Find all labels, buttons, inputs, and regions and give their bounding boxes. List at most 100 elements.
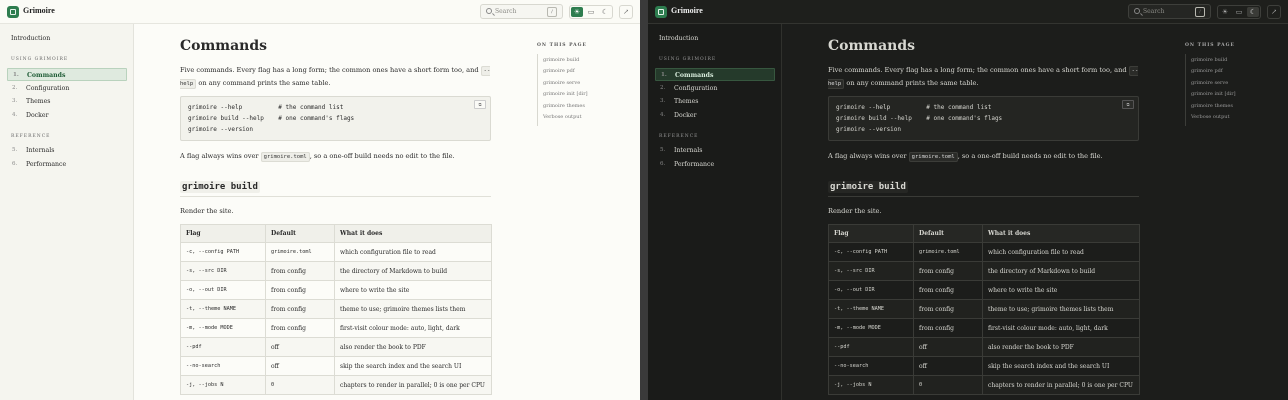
sidebar-section-using: Using Grimoire — [11, 57, 69, 62]
sidebar-item-performance[interactable]: 6. Performance — [655, 158, 775, 171]
pane-divider[interactable] — [640, 0, 648, 400]
toc-item[interactable]: Verbose output — [543, 114, 582, 120]
sidebar-item-number: 4. — [660, 112, 666, 118]
logo-icon[interactable] — [7, 6, 19, 18]
brand-name[interactable]: Grimoire — [671, 6, 703, 15]
default-cell: off — [265, 356, 335, 376]
split-view: Grimoire Search / ☀ ▭ ☾ ↗ Introduction U… — [0, 0, 1288, 400]
description-cell: theme to use; grimoire themes lists them — [982, 299, 1140, 319]
code-line: grimoire --version — [188, 126, 254, 133]
sidebar-item-internals[interactable]: 5. Internals — [655, 144, 775, 157]
sidebar-item-label: Commands — [27, 72, 66, 79]
sidebar-item-introduction[interactable]: Introduction — [659, 35, 698, 42]
sidebar-item-performance[interactable]: 6. Performance — [7, 158, 127, 171]
sun-icon[interactable]: ☀ — [1219, 7, 1231, 17]
toc-item[interactable]: grimoire themes — [1191, 103, 1233, 109]
light-pane: Grimoire Search / ☀ ▭ ☾ ↗ Introduction U… — [0, 0, 640, 400]
sidebar-item-number: 2. — [660, 85, 666, 91]
note-text: A flag always wins over — [180, 152, 261, 160]
search-box[interactable]: Search / — [1128, 4, 1211, 19]
copy-icon[interactable]: ⧉ — [1122, 100, 1134, 109]
table-row: --pdf off also render the book to PDF — [828, 337, 1140, 357]
default-cell: off — [265, 337, 335, 357]
monitor-icon[interactable]: ▭ — [585, 7, 597, 17]
sidebar-item-docker[interactable]: 4. Docker — [655, 109, 775, 122]
search-box[interactable]: Search / — [480, 4, 563, 19]
intro-text: Five commands. Every flag has a long for… — [828, 66, 1129, 74]
sun-icon[interactable]: ☀ — [571, 7, 583, 17]
toc-item[interactable]: grimoire themes — [543, 103, 585, 109]
table-of-contents: On this page grimoire build grimoire pdf… — [537, 43, 637, 126]
sidebar-item-configuration[interactable]: 2. Configuration — [655, 82, 775, 95]
toc-item[interactable]: grimoire pdf — [543, 68, 575, 74]
flag-cell: -s, --src DIR — [828, 261, 914, 281]
sidebar-item-commands[interactable]: 1. Commands — [655, 68, 775, 81]
description-cell: also render the book to PDF — [982, 337, 1140, 357]
logo-icon[interactable] — [655, 6, 667, 18]
default-cell: 0 — [913, 375, 983, 395]
flag-cell: --pdf — [180, 337, 266, 357]
flag-cell: -s, --src DIR — [180, 261, 266, 281]
moon-icon[interactable]: ☾ — [1247, 7, 1259, 17]
section-heading-text: grimoire build — [180, 181, 260, 193]
table-row: -m, --mode MODE from config first-visit co… — [180, 318, 492, 338]
flag-cell: -m, --mode MODE — [828, 318, 914, 338]
table-row: -s, --src DIR from config the directory of… — [180, 261, 492, 281]
sidebar-item-number: 1. — [13, 72, 19, 78]
note-text: , so a one-off build needs no edit to th… — [957, 152, 1103, 160]
external-link-icon[interactable]: ↗ — [1267, 5, 1281, 19]
toc-item[interactable]: grimoire pdf — [1191, 68, 1223, 74]
inline-code: grimoire.toml — [908, 152, 958, 162]
table-row: --no-search off skip the search index and … — [180, 356, 492, 376]
sidebar-item-internals[interactable]: 5. Internals — [7, 144, 127, 157]
sidebar-item-themes[interactable]: 3. Themes — [655, 95, 775, 108]
toc-item[interactable]: grimoire serve — [543, 80, 580, 86]
toc-item[interactable]: grimoire build — [1191, 57, 1227, 63]
table-row: --no-search off skip the search index and … — [828, 356, 1140, 376]
sidebar: Introduction Using Grimoire 1. Commands 2… — [0, 24, 134, 400]
flag-cell: -o, --out DIR — [828, 280, 914, 300]
toc-item[interactable]: Verbose output — [1191, 114, 1230, 120]
table-row: -c, --config PATH grimoire.toml which conf… — [180, 242, 492, 262]
default-cell: from config — [913, 318, 983, 338]
flag-note-paragraph: A flag always wins over grimoire.toml, s… — [180, 150, 492, 163]
toc-item[interactable]: grimoire serve — [1191, 80, 1228, 86]
default-cell: from config — [913, 261, 983, 281]
toc-item[interactable]: grimoire build — [543, 57, 579, 63]
copy-icon[interactable]: ⧉ — [474, 100, 486, 109]
flag-cell: -t, --theme NAME — [180, 299, 266, 319]
toc-title: On this page — [1185, 43, 1235, 48]
column-header: Default — [913, 224, 983, 243]
flags-table: Flag Default What it does -c, --config P… — [828, 224, 1140, 395]
intro-text: on any command prints the same table. — [196, 79, 331, 87]
brand-name[interactable]: Grimoire — [23, 6, 55, 15]
search-icon — [486, 8, 492, 14]
sidebar-section-reference: Reference — [659, 134, 699, 139]
code-block: grimoire --help # the command list grimo… — [180, 96, 491, 141]
table-header-row: Flag Default What it does — [180, 224, 492, 243]
sidebar-item-themes[interactable]: 3. Themes — [7, 95, 127, 108]
table-row: -c, --config PATH grimoire.toml which conf… — [828, 242, 1140, 262]
external-link-icon[interactable]: ↗ — [619, 5, 633, 19]
sidebar-item-configuration[interactable]: 2. Configuration — [7, 82, 127, 95]
sidebar-item-number: 1. — [661, 72, 667, 78]
sidebar-item-commands[interactable]: 1. Commands — [7, 68, 127, 81]
sidebar-item-number: 3. — [660, 98, 666, 104]
intro-paragraph: Five commands. Every flag has a long for… — [828, 64, 1140, 90]
toc-title: On this page — [537, 43, 587, 48]
sidebar-item-label: Performance — [26, 161, 67, 168]
section-heading: grimoire build — [180, 180, 491, 197]
page-title: Commands — [828, 38, 916, 54]
moon-icon[interactable]: ☾ — [599, 7, 611, 17]
flag-cell: -j, --jobs N — [180, 375, 266, 395]
monitor-icon[interactable]: ▭ — [1233, 7, 1245, 17]
table-row: -m, --mode MODE from config first-visit co… — [828, 318, 1140, 338]
description-cell: chapters to render in parallel; 0 is one… — [982, 375, 1140, 395]
toc-item[interactable]: grimoire init [dir] — [1191, 91, 1236, 97]
toc-item[interactable]: grimoire init [dir] — [543, 91, 588, 97]
table-row: -o, --out DIR from config where to write t… — [828, 280, 1140, 300]
code-line: grimoire --help # the command list — [836, 104, 992, 111]
sidebar-item-docker[interactable]: 4. Docker — [7, 109, 127, 122]
description-cell: where to write the site — [334, 280, 492, 300]
sidebar-item-introduction[interactable]: Introduction — [11, 35, 50, 42]
